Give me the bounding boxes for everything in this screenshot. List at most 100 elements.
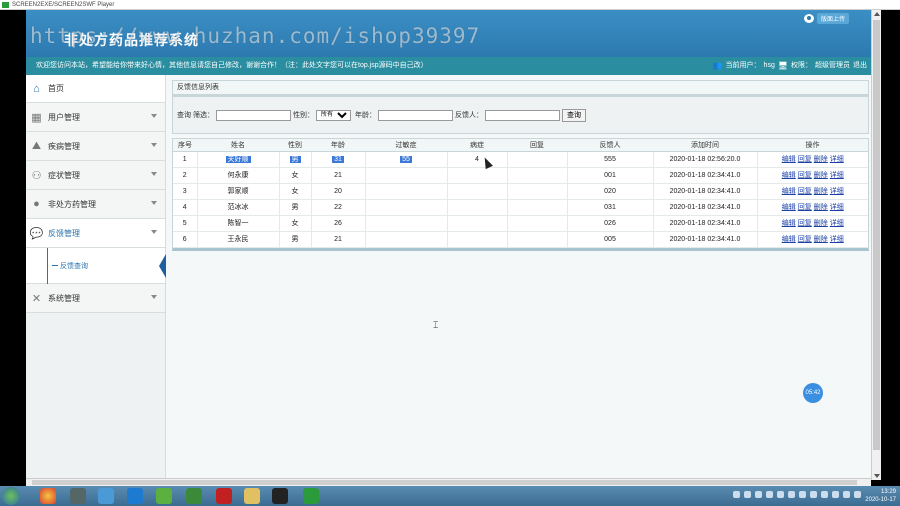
hscroll-thumb[interactable] (32, 480, 857, 485)
tree-line (47, 248, 48, 284)
table-row: 2 何永康 女 21 001 2020-01-18 02:34:41.0 编辑回… (173, 167, 868, 184)
delete-link[interactable]: 删除 (814, 236, 828, 243)
tray-icon[interactable] (810, 491, 817, 498)
detail-link[interactable]: 详细 (830, 188, 844, 195)
tray-clock[interactable]: 13:29 2020-10-17 (865, 488, 896, 504)
cell-allergy (365, 167, 448, 184)
tray-icon[interactable] (832, 491, 839, 498)
sidebar-item-label: 非处方药管理 (48, 199, 96, 209)
user-info: 👥 当前用户： hsg 🖥 权限： 超级管理员 退出 (713, 57, 867, 75)
cell-name: 何永康 (197, 167, 280, 184)
tray-icon[interactable] (744, 491, 751, 498)
sidebar-item-users[interactable]: ▦ 用户管理 (26, 103, 165, 132)
cell-age: 21 (311, 231, 366, 248)
reply-link[interactable]: 回复 (798, 156, 812, 163)
search-bar: 查询 筛选： 性别： 所有 年龄： 反馈人： 查询 (172, 96, 869, 134)
search-button[interactable]: 查询 (561, 108, 586, 122)
sidebar-item-feedback[interactable]: 💬 反馈管理 (26, 219, 165, 248)
cell-no: 3 (173, 183, 198, 200)
tray-icon[interactable] (854, 491, 861, 498)
age-input[interactable] (377, 109, 453, 121)
delete-link[interactable]: 删除 (814, 188, 828, 195)
cell-allergy (365, 199, 448, 216)
chrome-icon[interactable] (40, 488, 56, 504)
reply-link[interactable]: 回复 (798, 188, 812, 195)
start-button[interactable] (2, 487, 20, 505)
detail-link[interactable]: 详细 (830, 204, 844, 211)
edit-link[interactable]: 编辑 (782, 188, 796, 195)
cell-person: 001 (567, 167, 654, 184)
window-title-bar: SCREEN2EXE/SCREEN2SWF Player (0, 0, 900, 10)
cell-ops: 编辑 回复 删除 详细 (757, 199, 868, 216)
tray-icon[interactable] (799, 491, 806, 498)
detail-link[interactable]: 详细 (830, 236, 844, 243)
edit-link[interactable]: 编辑 (782, 172, 796, 179)
edit-link[interactable]: 编辑 (782, 220, 796, 227)
horizontal-scrollbar[interactable] (26, 478, 871, 486)
delete-link[interactable]: 删除 (814, 156, 828, 163)
feedback-person-input[interactable] (484, 109, 560, 121)
sidebar-subitem-feedback-query[interactable]: 反馈查询 (26, 248, 166, 284)
sidebar-item-label: 首页 (48, 84, 64, 93)
delete-link[interactable]: 删除 (814, 204, 828, 211)
detail-link[interactable]: 详细 (830, 220, 844, 227)
tray-icon[interactable] (788, 491, 795, 498)
person-icon: ● (33, 198, 40, 210)
reply-link[interactable]: 回复 (798, 172, 812, 179)
qq-icon[interactable] (272, 488, 288, 504)
sidebar-item-symptoms[interactable]: ⚇ 症状管理 (26, 161, 165, 190)
tray-icon[interactable] (843, 491, 850, 498)
scroll-thumb[interactable] (873, 20, 880, 450)
age-label: 年龄： (354, 112, 376, 119)
cell-name-text: 关好顺 (225, 156, 251, 163)
scroll-down-icon[interactable] (874, 474, 880, 478)
delete-link[interactable]: 删除 (814, 172, 828, 179)
edit-link[interactable]: 编辑 (782, 156, 796, 163)
reply-link[interactable]: 回复 (798, 220, 812, 227)
cell-no: 5 (173, 215, 198, 232)
flash-icon[interactable] (216, 488, 232, 504)
delete-link[interactable]: 删除 (814, 220, 828, 227)
tray-icon[interactable] (755, 491, 762, 498)
cell-reply (507, 231, 568, 248)
app-header: 非处方药品推荐系统 版面上传 (26, 10, 871, 57)
tray-icon[interactable] (766, 491, 773, 498)
player-task-icon[interactable] (303, 488, 319, 504)
scroll-up-icon[interactable] (874, 12, 880, 16)
cell-name: 范冰冰 (197, 199, 280, 216)
sidebar-item-home[interactable]: ⌂ 首页 (26, 75, 165, 103)
cell-person: 031 (567, 199, 654, 216)
tray-icon[interactable] (733, 491, 740, 498)
edit-link[interactable]: 编辑 (782, 204, 796, 211)
folder-icon[interactable] (244, 488, 260, 504)
app-icon[interactable] (70, 488, 86, 504)
sidebar-item-otc-drugs[interactable]: ● 非处方药管理 (26, 190, 165, 219)
system-title: 非处方药品推荐系统 (64, 33, 199, 49)
edit-link[interactable]: 编辑 (782, 236, 796, 243)
reply-link[interactable]: 回复 (798, 236, 812, 243)
reply-link[interactable]: 回复 (798, 204, 812, 211)
cell-time: 2020-01-18 02:34:41.0 (653, 199, 758, 216)
detail-link[interactable]: 详细 (830, 156, 844, 163)
cell-gender: 女 (279, 183, 312, 200)
sidebar-item-system[interactable]: ✕ 系统管理 (26, 284, 165, 313)
logout-link[interactable]: 退出 (853, 57, 867, 75)
role-icon: 🖥 (777, 61, 788, 70)
cell-ops: 编辑 回复 删除 详细 (757, 183, 868, 200)
vertical-scrollbar[interactable] (871, 10, 881, 480)
green-app-icon[interactable] (156, 488, 172, 504)
cell-allergy (365, 183, 448, 200)
tray-icon[interactable] (777, 491, 784, 498)
cell-no: 1 (173, 151, 198, 168)
help-button[interactable]: 版面上传 (803, 13, 849, 24)
name-input[interactable] (215, 109, 291, 121)
browser-icon[interactable] (127, 488, 143, 504)
cell-allergy (365, 215, 448, 232)
detail-link[interactable]: 详细 (830, 172, 844, 179)
sheet-icon[interactable] (186, 488, 202, 504)
cloud-app-icon[interactable] (98, 488, 114, 504)
sidebar-item-diseases[interactable]: ⛰ 疾病管理 (26, 132, 165, 161)
gender-select[interactable]: 所有 (315, 109, 351, 121)
tray-icons (733, 491, 861, 498)
tray-icon[interactable] (821, 491, 828, 498)
